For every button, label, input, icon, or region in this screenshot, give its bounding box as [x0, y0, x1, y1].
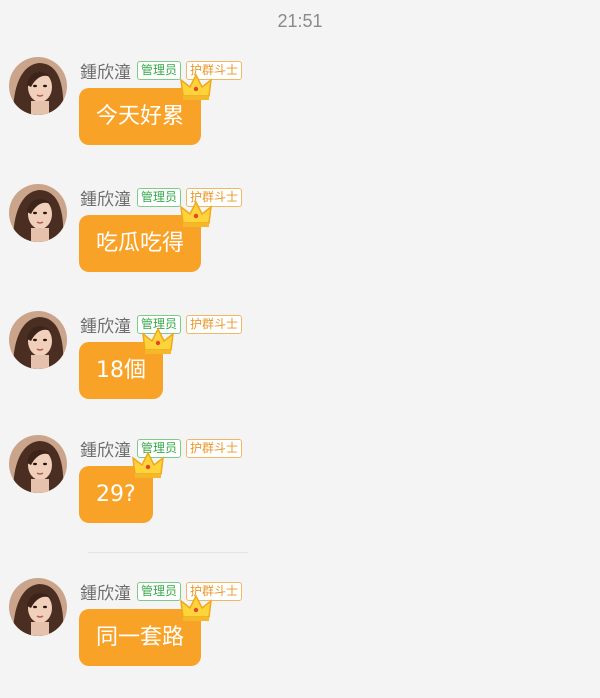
message-text: 29?: [96, 482, 136, 507]
crown-icon: [180, 200, 212, 227]
chat-message: 鍾欣潼 管理员 护群斗士 今天好累: [0, 57, 600, 177]
avatar[interactable]: [9, 578, 67, 636]
admin-badge: 管理员: [137, 581, 182, 601]
message-text: 吃瓜吃得: [96, 231, 185, 256]
sender-name[interactable]: 鍾欣潼: [80, 185, 131, 210]
chat-message: 鍾欣潼 管理员 护群斗士 同一套路: [0, 578, 600, 698]
avatar[interactable]: [9, 57, 67, 115]
message-bubble[interactable]: 同一套路: [79, 594, 212, 666]
message-bubble[interactable]: 18個: [79, 327, 174, 399]
admin-badge: 管理员: [137, 187, 182, 207]
crown-icon: [180, 73, 212, 100]
message-text: 18個: [96, 358, 146, 383]
sender-name[interactable]: 鍾欣潼: [80, 579, 131, 604]
chat-message: 鍾欣潼 管理员 护群斗士 29?: [0, 435, 600, 555]
chat-timestamp: 21:51: [277, 11, 323, 31]
sender-row: 鍾欣潼 管理员 护群斗士: [80, 58, 247, 83]
avatar[interactable]: [9, 435, 67, 493]
message-bubble[interactable]: 29?: [79, 451, 164, 523]
group-guardian-badge: 护群斗士: [186, 314, 243, 334]
message-bubble[interactable]: 今天好累: [79, 73, 212, 145]
sender-name[interactable]: 鍾欣潼: [80, 58, 131, 83]
sender-row: 鍾欣潼 管理员 护群斗士: [80, 185, 247, 210]
group-guardian-badge: 护群斗士: [186, 438, 243, 458]
sender-name[interactable]: 鍾欣潼: [80, 312, 131, 337]
message-text: 同一套路: [96, 625, 185, 650]
chat-message: 鍾欣潼 管理员 护群斗士 18個: [0, 311, 600, 431]
message-bubble[interactable]: 吃瓜吃得: [79, 200, 212, 272]
admin-badge: 管理员: [137, 60, 182, 80]
message-text: 今天好累: [96, 104, 185, 129]
sender-name[interactable]: 鍾欣潼: [80, 436, 131, 461]
avatar[interactable]: [9, 184, 67, 242]
crown-icon: [142, 327, 174, 354]
avatar[interactable]: [9, 311, 67, 369]
crown-icon: [180, 594, 212, 621]
divider: [88, 552, 248, 553]
crown-icon: [131, 451, 164, 478]
chat-message: 鍾欣潼 管理员 护群斗士 吃瓜吃得: [0, 184, 600, 304]
sender-row: 鍾欣潼 管理员 护群斗士: [80, 579, 247, 604]
